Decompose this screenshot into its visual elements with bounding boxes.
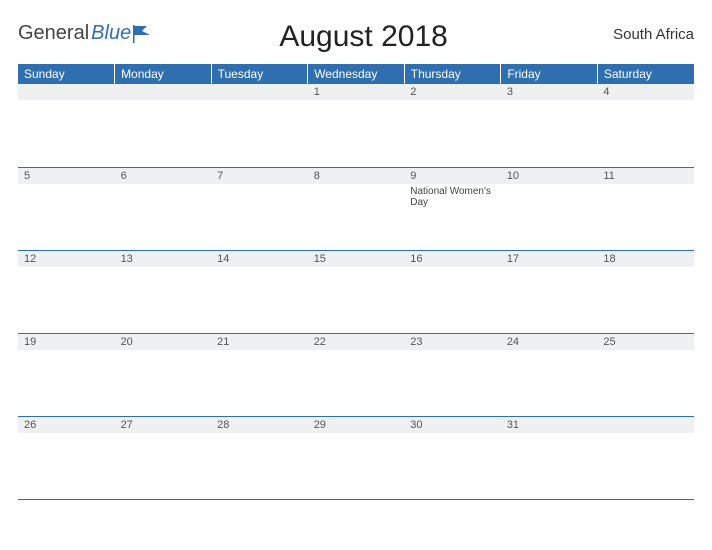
calendar-cell: 11 xyxy=(597,167,694,250)
calendar-cell: 18 xyxy=(597,250,694,333)
region-label: South Africa xyxy=(574,18,694,43)
day-header: Thursday xyxy=(404,64,501,84)
day-number: 5 xyxy=(18,168,115,184)
calendar-cell: 14 xyxy=(211,250,308,333)
day-number: 22 xyxy=(308,334,405,350)
day-number: 28 xyxy=(211,417,308,433)
day-number: 19 xyxy=(18,334,115,350)
calendar-cell: 25 xyxy=(597,333,694,416)
calendar-cell: 13 xyxy=(115,250,212,333)
calendar-cell: 24 xyxy=(501,333,598,416)
calendar-cell: 15 xyxy=(308,250,405,333)
calendar-title: August 2018 xyxy=(153,18,574,54)
day-number: 25 xyxy=(597,334,694,350)
day-number: 27 xyxy=(115,417,212,433)
flag-icon xyxy=(133,25,153,43)
day-number: 15 xyxy=(308,251,405,267)
day-number: 4 xyxy=(597,84,694,100)
day-number: 20 xyxy=(115,334,212,350)
calendar-cell: 27 xyxy=(115,416,212,499)
day-number: 11 xyxy=(597,168,694,184)
day-number: 29 xyxy=(308,417,405,433)
calendar-cell: 12 xyxy=(18,250,115,333)
day-header: Sunday xyxy=(18,64,115,84)
calendar-cell: 5 xyxy=(18,167,115,250)
calendar-cell: 30 xyxy=(404,416,501,499)
day-number: 14 xyxy=(211,251,308,267)
day-header: Monday xyxy=(115,64,212,84)
day-number: 23 xyxy=(404,334,501,350)
day-number: 10 xyxy=(501,168,598,184)
day-number xyxy=(115,84,212,100)
day-number xyxy=(597,417,694,433)
day-number: 31 xyxy=(501,417,598,433)
day-number: 1 xyxy=(308,84,405,100)
day-header: Friday xyxy=(501,64,598,84)
calendar-cell: 26 xyxy=(18,416,115,499)
day-number: 8 xyxy=(308,168,405,184)
calendar-cell: 21 xyxy=(211,333,308,416)
calendar-cell: 19 xyxy=(18,333,115,416)
calendar-cell: 31 xyxy=(501,416,598,499)
day-number: 13 xyxy=(115,251,212,267)
day-number: 16 xyxy=(404,251,501,267)
brand-logo: General Blue xyxy=(18,18,153,45)
calendar-grid: Sunday Monday Tuesday Wednesday Thursday… xyxy=(18,64,694,500)
calendar-cell: 16 xyxy=(404,250,501,333)
calendar-cell: 28 xyxy=(211,416,308,499)
day-number xyxy=(211,84,308,100)
day-number: 9 xyxy=(404,168,501,184)
brand-part2: Blue xyxy=(91,22,131,45)
calendar-cell: 4 xyxy=(597,84,694,167)
calendar-cell: 29 xyxy=(308,416,405,499)
day-number: 12 xyxy=(18,251,115,267)
calendar-cell xyxy=(18,84,115,167)
calendar-cell: 17 xyxy=(501,250,598,333)
day-number: 2 xyxy=(404,84,501,100)
calendar-cell: 9National Women's Day xyxy=(404,167,501,250)
calendar-cell: 3 xyxy=(501,84,598,167)
day-number: 6 xyxy=(115,168,212,184)
day-number: 18 xyxy=(597,251,694,267)
day-number: 3 xyxy=(501,84,598,100)
calendar-cell: 2 xyxy=(404,84,501,167)
calendar-cell: 20 xyxy=(115,333,212,416)
day-header: Saturday xyxy=(597,64,694,84)
calendar-cell: 22 xyxy=(308,333,405,416)
calendar-cell xyxy=(597,416,694,499)
calendar-cell: 1 xyxy=(308,84,405,167)
brand-part1: General xyxy=(18,22,89,45)
day-number: 17 xyxy=(501,251,598,267)
calendar-cell: 8 xyxy=(308,167,405,250)
day-number xyxy=(18,84,115,100)
day-header: Tuesday xyxy=(211,64,308,84)
calendar-cell: 7 xyxy=(211,167,308,250)
day-event: National Women's Day xyxy=(404,184,501,210)
day-number: 26 xyxy=(18,417,115,433)
day-number: 30 xyxy=(404,417,501,433)
calendar-cell xyxy=(211,84,308,167)
day-number: 24 xyxy=(501,334,598,350)
calendar-cell xyxy=(115,84,212,167)
calendar-cell: 23 xyxy=(404,333,501,416)
day-number: 21 xyxy=(211,334,308,350)
calendar-cell: 10 xyxy=(501,167,598,250)
day-header: Wednesday xyxy=(308,64,405,84)
day-number: 7 xyxy=(211,168,308,184)
calendar-cell: 6 xyxy=(115,167,212,250)
